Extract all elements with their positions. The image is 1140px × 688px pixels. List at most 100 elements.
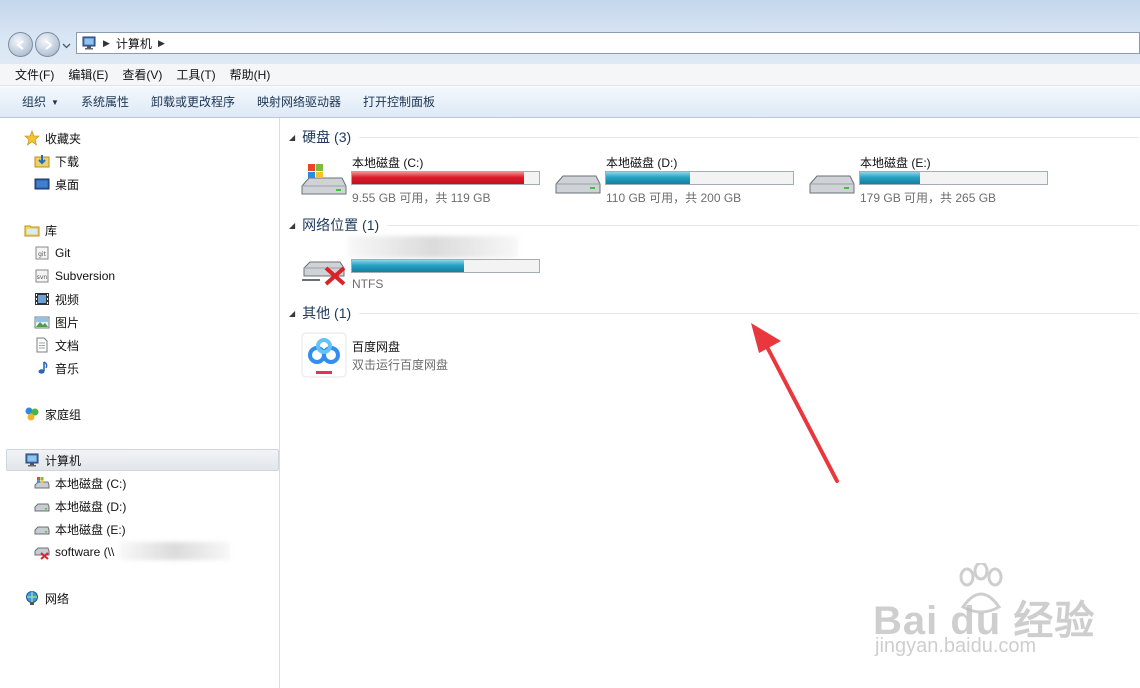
- drive-name: 本地磁盘 (C:): [352, 156, 424, 170]
- computer-icon: [82, 36, 96, 50]
- breadcrumb-separator-icon[interactable]: ▶: [103, 38, 110, 49]
- drive-capacity-info: 179 GB 可用，共 265 GB: [860, 191, 997, 205]
- forward-button[interactable]: [35, 32, 60, 57]
- nav-homegroup[interactable]: 家庭组: [24, 404, 81, 424]
- breadcrumb-separator-icon[interactable]: ▶: [158, 38, 165, 49]
- nav-drive-c[interactable]: 本地磁盘 (C:): [34, 473, 126, 493]
- nav-computer-label: 计算机: [45, 453, 82, 468]
- nav-libraries[interactable]: 库: [24, 220, 57, 240]
- group-title-network: 网络位置 (1): [302, 217, 380, 233]
- command-toolbar: 组织 ▼ 系统属性 卸载或更改程序 映射网络驱动器 打开控制面板: [0, 87, 1140, 118]
- star-icon: [24, 130, 40, 146]
- group-header-network[interactable]: ◢ 网络位置 (1): [289, 215, 1139, 235]
- organize-button[interactable]: 组织 ▼: [14, 87, 67, 118]
- address-bar[interactable]: ▶ 计算机 ▶: [76, 32, 1140, 54]
- nav-library-music-label: 音乐: [55, 361, 80, 376]
- menu-edit[interactable]: 编辑(E): [61, 64, 115, 86]
- open-control-panel-button[interactable]: 打开控制面板: [355, 87, 443, 118]
- group-header-hdd[interactable]: ◢ 硬盘 (3): [289, 127, 1139, 147]
- menu-file[interactable]: 文件(F): [8, 64, 61, 86]
- menu-bar: 文件(F) 编辑(E) 查看(V) 工具(T) 帮助(H): [0, 64, 1140, 86]
- desktop-icon: [34, 178, 50, 190]
- drive-usage-fill: [352, 172, 525, 184]
- annotation-arrow-icon: [751, 323, 839, 483]
- network-drive-tile[interactable]: NTFS: [300, 236, 550, 292]
- app-name: 百度网盘: [352, 340, 401, 354]
- nav-library-documents-label: 文档: [55, 338, 80, 353]
- group-header-other[interactable]: ◢ 其他 (1): [289, 303, 1139, 323]
- nav-library-pictures-label: 图片: [55, 315, 80, 330]
- menu-view[interactable]: 查看(V): [115, 64, 169, 86]
- nav-homegroup-label: 家庭组: [45, 407, 82, 422]
- organize-label: 组织: [22, 94, 47, 109]
- nav-libraries-label: 库: [45, 223, 58, 238]
- drive-tile-e[interactable]: 本地磁盘 (E:) 179 GB 可用，共 265 GB: [808, 154, 1058, 205]
- group-divider: [387, 224, 1139, 226]
- nav-network[interactable]: 网络: [24, 588, 69, 608]
- nav-library-git-label: Git: [55, 246, 71, 260]
- nav-favorites[interactable]: 收藏夹: [24, 128, 81, 148]
- drive-usage-fill: [352, 260, 465, 272]
- nav-computer[interactable]: 计算机: [24, 450, 81, 470]
- chevron-down-icon: ▼: [51, 97, 59, 107]
- drive-tile-c[interactable]: 本地磁盘 (C:) 9.55 GB 可用，共 119 GB: [300, 154, 550, 205]
- navigation-pane: 收藏夹 下载 桌面 库 git Git svn Subversion 视频 图片…: [0, 118, 280, 688]
- svg-text:svn: svn: [37, 274, 48, 281]
- library-folder-icon: [24, 225, 40, 237]
- group-title-hdd: 硬盘 (3): [302, 129, 352, 145]
- map-network-drive-button[interactable]: 映射网络驱动器: [249, 87, 349, 118]
- disconnected-network-drive-icon: [34, 547, 50, 560]
- collapse-triangle-icon[interactable]: ◢: [289, 133, 295, 142]
- nav-library-videos[interactable]: 视频: [34, 289, 79, 309]
- nav-downloads[interactable]: 下载: [34, 151, 79, 171]
- drive-usage-bar: [351, 171, 540, 185]
- nav-network-drive-software[interactable]: software (\\: [34, 542, 114, 562]
- documents-library-icon: [36, 337, 48, 353]
- system-drive-icon: [34, 477, 50, 489]
- nav-drive-d-label: 本地磁盘 (D:): [55, 499, 127, 514]
- drive-name: 本地磁盘 (E:): [860, 156, 931, 170]
- nav-library-videos-label: 视频: [55, 292, 80, 307]
- video-library-icon: [35, 293, 49, 305]
- drive-filesystem-info: NTFS: [352, 277, 384, 291]
- nav-library-documents[interactable]: 文档: [34, 335, 79, 355]
- menu-help[interactable]: 帮助(H): [223, 64, 278, 86]
- group-divider: [359, 312, 1139, 314]
- watermark-url: jingyan.baidu.com: [875, 635, 1037, 657]
- baidu-netdisk-icon: [301, 332, 347, 378]
- nav-drive-e[interactable]: 本地磁盘 (E:): [34, 519, 126, 539]
- forward-arrow-icon: [44, 39, 53, 50]
- music-library-icon: [38, 361, 48, 374]
- git-library-icon: git: [35, 246, 49, 260]
- collapse-triangle-icon[interactable]: ◢: [289, 221, 295, 230]
- title-bar: ▶ 计算机 ▶: [0, 0, 1140, 64]
- computer-icon: [25, 453, 39, 467]
- collapse-triangle-icon[interactable]: ◢: [289, 309, 295, 318]
- drive-usage-bar: [605, 171, 794, 185]
- nav-library-pictures[interactable]: 图片: [34, 312, 79, 332]
- system-properties-button[interactable]: 系统属性: [73, 87, 137, 118]
- nav-drive-d[interactable]: 本地磁盘 (D:): [34, 496, 126, 516]
- drive-tile-d[interactable]: 本地磁盘 (D:) 110 GB 可用，共 200 GB: [554, 154, 804, 205]
- nav-desktop-label: 桌面: [55, 177, 80, 192]
- back-arrow-icon: [15, 39, 24, 50]
- pictures-library-icon: [34, 316, 50, 329]
- group-title-other: 其他 (1): [302, 305, 352, 321]
- nav-library-git[interactable]: git Git: [34, 243, 70, 263]
- menu-tools[interactable]: 工具(T): [169, 64, 222, 86]
- nav-favorites-label: 收藏夹: [45, 131, 82, 146]
- uninstall-program-button[interactable]: 卸载或更改程序: [143, 87, 243, 118]
- nav-library-music[interactable]: 音乐: [34, 358, 79, 378]
- nav-network-label: 网络: [45, 591, 70, 606]
- breadcrumb-computer[interactable]: 计算机: [116, 35, 152, 52]
- subversion-library-icon: svn: [35, 269, 49, 283]
- nav-library-subversion[interactable]: svn Subversion: [34, 266, 115, 286]
- recent-pages-dropdown-icon[interactable]: [62, 41, 71, 50]
- nav-desktop[interactable]: 桌面: [34, 174, 79, 194]
- redacted-blur: [348, 236, 518, 258]
- redacted-blur: [120, 542, 230, 560]
- back-button[interactable]: [8, 32, 33, 57]
- hard-drive-icon: [555, 175, 601, 194]
- nav-drive-c-label: 本地磁盘 (C:): [55, 476, 127, 491]
- baidu-netdisk-tile[interactable]: 百度网盘 双击运行百度网盘: [300, 331, 550, 381]
